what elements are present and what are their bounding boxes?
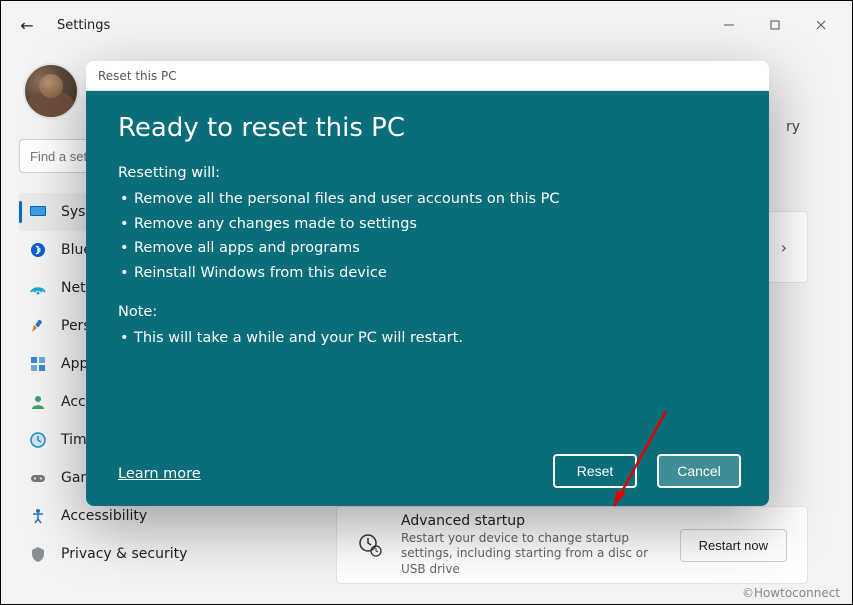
- gaming-icon: [29, 469, 47, 487]
- maximize-button[interactable]: [752, 9, 798, 41]
- resetting-item: Reinstall Windows from this device: [118, 261, 737, 286]
- advanced-startup-desc: Restart your device to change startup se…: [401, 531, 662, 578]
- resetting-list: Remove all the personal files and user a…: [118, 187, 737, 286]
- window-controls: [706, 9, 844, 41]
- resetting-label: Resetting will:: [118, 165, 737, 181]
- back-button[interactable]: ←: [9, 7, 45, 43]
- reset-button[interactable]: Reset: [553, 454, 637, 488]
- personalization-icon: [29, 317, 47, 335]
- window-title: Settings: [57, 18, 110, 33]
- apps-icon: [29, 355, 47, 373]
- dialog-title: Ready to reset this PC: [118, 113, 737, 143]
- chevron-right-icon: ›: [781, 238, 787, 257]
- learn-more-link[interactable]: Learn more: [118, 466, 201, 482]
- advanced-startup-card: Advanced startup Restart your device to …: [336, 506, 808, 584]
- resetting-item: Remove any changes made to settings: [118, 212, 737, 237]
- time-icon: [29, 431, 47, 449]
- dialog-buttons: Reset Cancel: [553, 454, 741, 488]
- back-arrow-icon: ←: [20, 16, 33, 35]
- minimize-button[interactable]: [706, 9, 752, 41]
- resetting-item: Remove all the personal files and user a…: [118, 187, 737, 212]
- note-item: This will take a while and your PC will …: [118, 326, 737, 351]
- title-bar: ← Settings: [1, 1, 852, 49]
- system-icon: [29, 203, 47, 221]
- restart-now-button[interactable]: Restart now: [680, 529, 787, 562]
- advanced-startup-icon: [357, 532, 383, 558]
- advanced-startup-title: Advanced startup: [401, 513, 662, 529]
- network-icon: [29, 279, 47, 297]
- resetting-item: Remove all apps and programs: [118, 236, 737, 261]
- note-label: Note:: [118, 304, 737, 320]
- privacy-icon: [29, 545, 47, 563]
- avatar: [23, 63, 79, 119]
- dialog-header: Reset this PC: [86, 61, 769, 91]
- advanced-startup-text: Advanced startup Restart your device to …: [401, 513, 662, 578]
- note-list: This will take a while and your PC will …: [118, 326, 737, 351]
- close-button[interactable]: [798, 9, 844, 41]
- recovery-heading-partial: ry: [786, 119, 800, 135]
- reset-dialog: Reset this PC Ready to reset this PC Res…: [86, 61, 769, 506]
- accounts-icon: [29, 393, 47, 411]
- cancel-button[interactable]: Cancel: [657, 454, 741, 488]
- sidebar-item-label: Accessibility: [61, 508, 147, 524]
- sidebar-item-label: Privacy & security: [61, 546, 187, 562]
- watermark: ©Howtoconnect: [742, 586, 840, 600]
- accessibility-icon: [29, 507, 47, 525]
- dialog-body: Ready to reset this PC Resetting will: R…: [86, 91, 769, 506]
- sidebar-item-privacy[interactable]: Privacy & security: [19, 535, 301, 573]
- bluetooth-icon: [29, 241, 47, 259]
